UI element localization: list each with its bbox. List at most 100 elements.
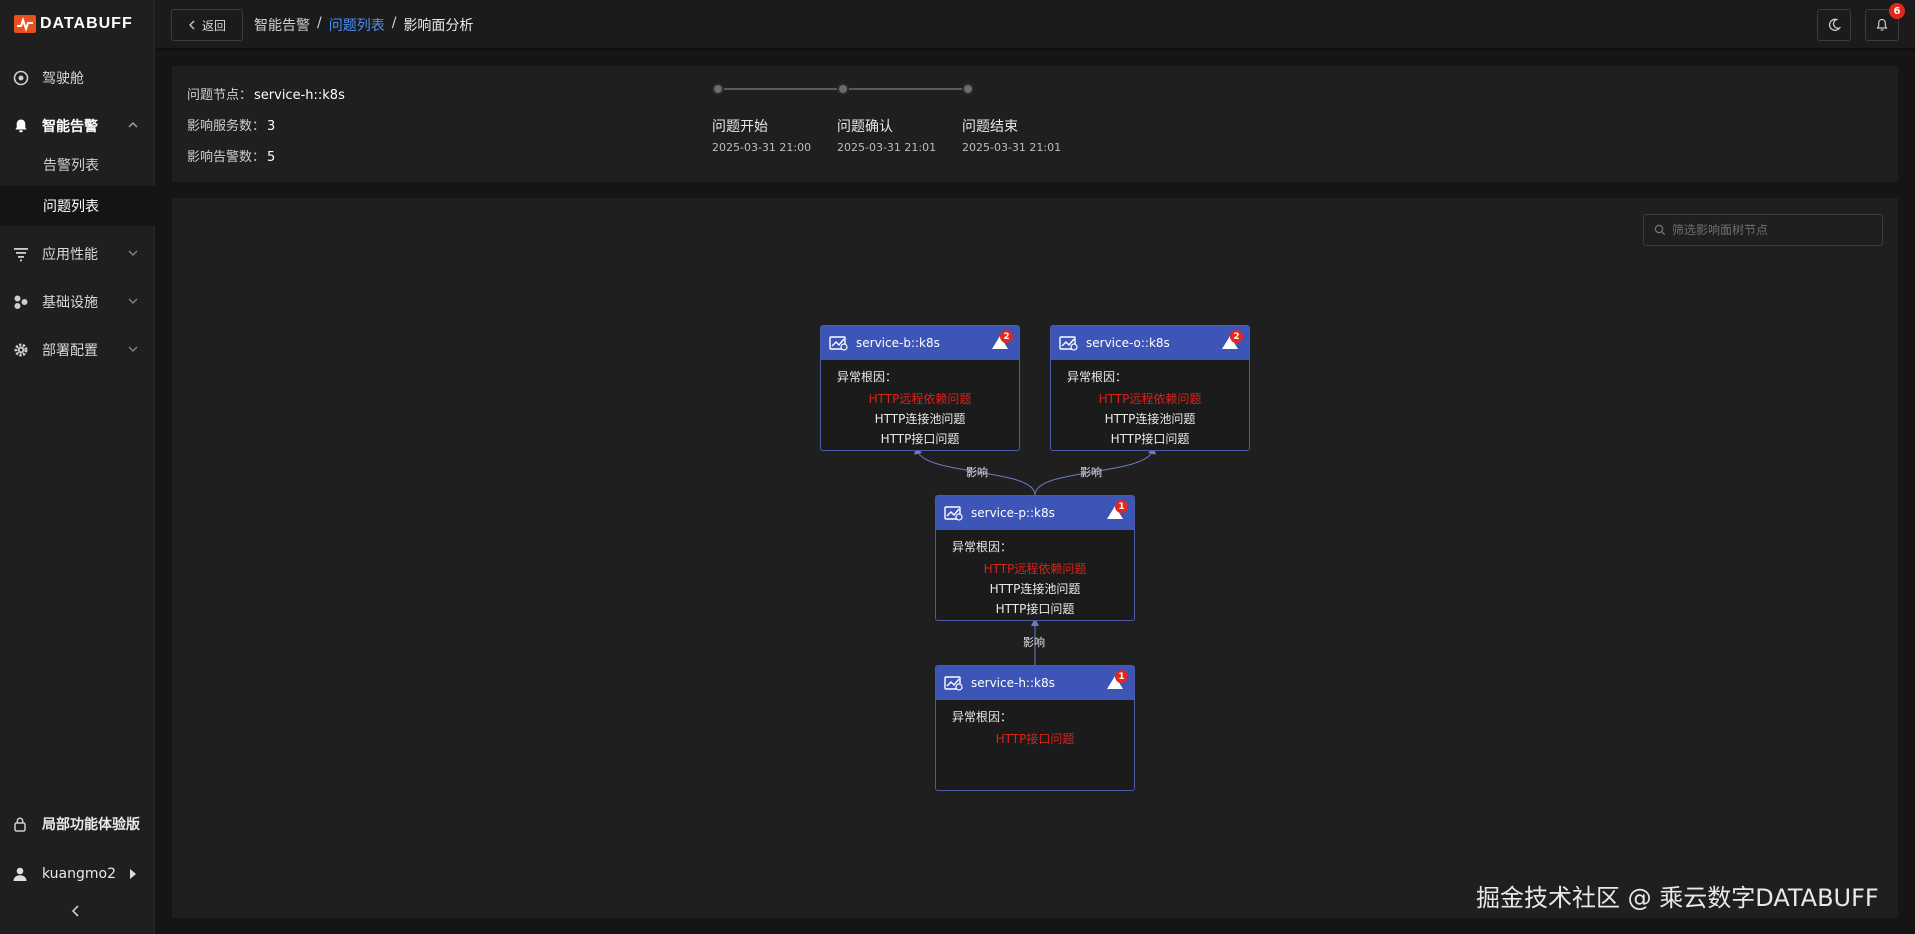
node-header: service-h::k8s 1 [936, 666, 1134, 700]
node-header: service-b::k8s 2 [821, 326, 1019, 360]
notification-count-badge: 6 [1889, 3, 1905, 19]
node-body: 异常根因： HTTP远程依赖问题 HTTP连接池问题 HTTP接口问题 [936, 530, 1134, 625]
edge-label-h-p: 影响 [1023, 636, 1045, 649]
affected-alerts-label: 影响告警数： [187, 150, 266, 165]
root-cause-item: HTTP连接池问题 [874, 412, 966, 426]
lock-icon [12, 816, 30, 832]
node-title: service-h::k8s [971, 676, 1055, 690]
timeline-label-confirm: 问题确认 [837, 119, 893, 135]
topbar: 返回 智能告警 / 问题列表 / 影响面分析 6 [156, 0, 1915, 50]
chevron-down-icon [128, 298, 138, 304]
sidebar-item-infrastructure[interactable]: 基础设施 [0, 280, 155, 324]
sidebar-item-label: 驾驶舱 [42, 71, 84, 87]
service-chart-icon [944, 506, 963, 521]
user-name: kuangmo2 [42, 866, 116, 882]
back-button[interactable]: 返回 [171, 9, 243, 41]
service-chart-icon [1059, 336, 1078, 351]
node-title: service-p::k8s [971, 506, 1055, 520]
timeline-dot-end [962, 83, 974, 95]
root-cause-item: HTTP接口问题 [880, 432, 960, 446]
node-body: 异常根因： HTTP远程依赖问题 HTTP连接池问题 HTTP接口问题 [821, 360, 1019, 455]
breadcrumb-separator: / [391, 15, 397, 31]
logo-icon [14, 15, 36, 33]
root-cause-item: HTTP连接池问题 [1104, 412, 1196, 426]
sidebar-item-label: 部署配置 [42, 343, 98, 359]
breadcrumb-item-current: 影响面分析 [403, 18, 474, 34]
breadcrumb-separator: / [317, 15, 322, 31]
sidebar-item-label: 基础设施 [42, 295, 98, 311]
node-header: service-p::k8s 1 [936, 496, 1134, 530]
root-cause-item: HTTP接口问题 [995, 732, 1075, 746]
sidebar-subitem-label: 问题列表 [43, 199, 99, 215]
watermark: 掘金技术社区 @ 乘云数字DATABUFF [1476, 884, 1879, 912]
graph-node-service-o[interactable]: service-o::k8s 2 异常根因： HTTP远程依赖问题 HTTP连接… [1050, 325, 1250, 451]
sidebar-subitem-label: 告警列表 [43, 158, 99, 174]
sidebar-item-deploy-config[interactable]: 部署配置 [0, 328, 155, 372]
root-cause-label: 异常根因： [952, 710, 1013, 724]
bell-icon [12, 117, 30, 135]
root-cause-label: 异常根因： [1067, 370, 1128, 384]
chevron-down-icon [128, 346, 138, 352]
affected-services-value: 3 [267, 119, 276, 134]
node-header: service-o::k8s 2 [1051, 326, 1249, 360]
moon-icon [1828, 18, 1841, 31]
breadcrumb: 智能告警 / 问题列表 / 影响面分析 [254, 15, 473, 35]
problem-info-panel: 问题节点： service-h::k8s 影响服务数： 3 影响告警数： 5 问题开始… [172, 66, 1898, 182]
sidebar-item-app-performance[interactable]: 应用性能 [0, 232, 155, 276]
timeline-time-confirm: 2025-03-31 21:01 [837, 141, 937, 154]
node-title: service-b::k8s [856, 336, 940, 350]
node-alert-badge: 1 [1115, 500, 1128, 513]
graph-node-service-b[interactable]: service-b::k8s 2 异常根因： HTTP远程依赖问题 HTTP连接… [820, 325, 1020, 451]
timeline-time-end: 2025-03-31 21:01 [962, 141, 1062, 154]
timeline-dot-confirm [837, 83, 849, 95]
affected-services-row: 影响服务数： 3 [187, 115, 275, 134]
problem-timeline: 问题开始 问题确认 问题结束 2025-03-31 21:00 2025-03-… [712, 80, 1061, 160]
sidebar-subitem-problem-list[interactable]: 问题列表 [0, 186, 155, 226]
trial-version-item[interactable]: 局部功能体验版 [0, 802, 155, 846]
affected-alerts-row: 影响告警数： 5 [187, 146, 275, 165]
breadcrumb-item-problem-list[interactable]: 问题列表 [329, 15, 385, 35]
chevron-left-icon [189, 20, 195, 30]
sidebar-item-smart-alert[interactable]: 智能告警 [0, 104, 155, 148]
graph-node-service-p[interactable]: service-p::k8s 1 异常根因： HTTP远程依赖问题 HTTP连接… [935, 495, 1135, 621]
edge-label-p-o: 影响 [1080, 466, 1102, 479]
edge-label-p-b: 影响 [966, 466, 988, 479]
problem-node-row: 问题节点： service-h::k8s [187, 84, 345, 103]
service-chart-icon [944, 676, 963, 691]
timeline-dot-start [712, 83, 724, 95]
user-menu[interactable]: kuangmo2 [0, 852, 155, 896]
trial-version-label: 局部功能体验版 [42, 817, 140, 833]
sidebar-item-label: 智能告警 [42, 119, 98, 135]
sidebar-item-label: 应用性能 [42, 247, 98, 263]
collapse-sidebar-icon[interactable] [68, 903, 84, 919]
root-cause-item: HTTP远程依赖问题 [983, 562, 1087, 576]
sidebar: DATABUFF 驾驶舱 智能告警 告警列表 问题列表 应用性能 基础设施 部署… [0, 0, 155, 934]
root-cause-item: HTTP接口问题 [1110, 432, 1190, 446]
node-alert-badge: 2 [1230, 330, 1243, 343]
bell-icon [1876, 18, 1888, 31]
logo[interactable]: DATABUFF [14, 12, 133, 36]
chevron-up-icon [128, 122, 138, 128]
node-body: 异常根因： HTTP远程依赖问题 HTTP连接池问题 HTTP接口问题 [1051, 360, 1249, 455]
root-cause-item: HTTP连接池问题 [989, 582, 1081, 596]
breadcrumb-item-smart-alert[interactable]: 智能告警 [254, 15, 310, 35]
graph-node-service-h[interactable]: service-h::k8s 1 异常根因： HTTP接口问题 [935, 665, 1135, 791]
sidebar-item-cockpit[interactable]: 驾驶舱 [0, 56, 155, 100]
user-icon [12, 866, 30, 882]
node-body: 异常根因： HTTP接口问题 [936, 700, 1134, 755]
root-cause-label: 异常根因： [837, 370, 898, 384]
back-button-label: 返回 [201, 18, 226, 33]
problem-node-value: service-h::k8s [254, 88, 345, 103]
cockpit-icon [12, 69, 30, 87]
affected-services-label: 影响服务数： [187, 119, 266, 134]
theme-toggle-button[interactable] [1817, 9, 1851, 41]
timeline-label-start: 问题开始 [712, 119, 768, 135]
cluster-icon [12, 293, 30, 311]
root-cause-label: 异常根因： [952, 540, 1013, 554]
chevron-down-icon [128, 250, 138, 256]
logo-text: DATABUFF [40, 15, 133, 32]
notification-button[interactable]: 6 [1865, 3, 1905, 41]
sidebar-subitem-alert-list[interactable]: 告警列表 [0, 145, 155, 185]
node-alert-badge: 1 [1115, 670, 1128, 683]
service-chart-icon [829, 336, 848, 351]
